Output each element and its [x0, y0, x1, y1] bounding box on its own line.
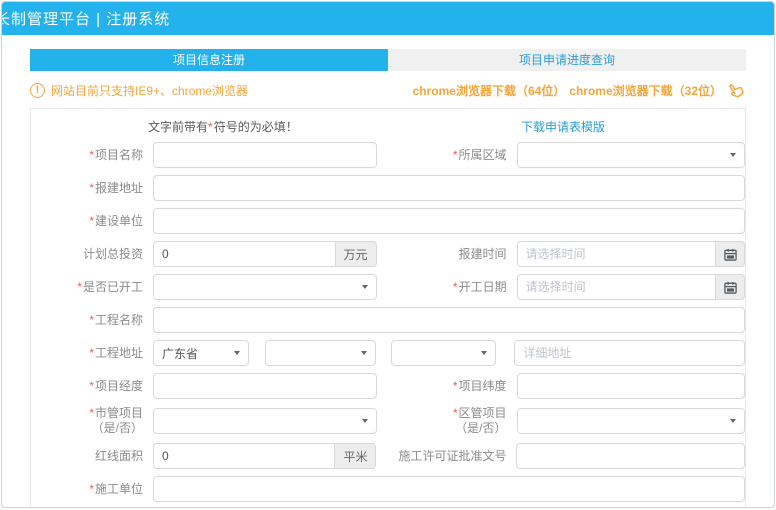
chevron-down-icon [481, 351, 487, 355]
tab-project-registration[interactable]: 项目信息注册 [30, 49, 388, 71]
builder-unit-input[interactable] [153, 476, 745, 502]
download-template-link[interactable]: 下载申请表模版 [521, 118, 605, 135]
construction-unit-input[interactable] [153, 208, 745, 234]
chevron-down-icon [730, 419, 736, 423]
app-title: 长制管理平台 | 注册系统 [2, 8, 170, 29]
download-links: chrome浏览器下载（64位） chrome浏览器下载（32位） [413, 80, 746, 100]
construction-unit-label: *建设单位 [31, 214, 153, 229]
form-row: *报建地址 [31, 175, 745, 201]
form-row: 计划总投资 万元 报建时间 [31, 241, 745, 267]
page-container: 长制管理平台 | 注册系统 项目信息注册 项目申请进度查询 ! 网站目前只支持I… [1, 1, 775, 508]
report-time-label: 报建时间 [377, 247, 517, 262]
form-row: *项目经度 *项目纬度 [31, 373, 745, 399]
form-row: *是否已开工 *开工日期 [31, 274, 745, 300]
start-date-input[interactable] [517, 274, 715, 300]
required-note: 文字前带有*符号的为必填！ [148, 118, 298, 135]
warning-icon: ! [30, 83, 45, 98]
form-row: *建设单位 [31, 208, 745, 234]
red-line-area-label: 红线面积 [31, 449, 153, 464]
planned-investment-group: 万元 [153, 241, 377, 267]
chevron-down-icon [730, 153, 736, 157]
city-managed-label: *市管项目（是/否） [31, 406, 153, 436]
build-address-input[interactable] [153, 175, 745, 201]
form-row: 红线面积 平米 施工许可证批准文号 [31, 443, 745, 469]
pointer-hand-icon [722, 76, 750, 104]
region-label: *所属区域 [377, 148, 517, 163]
permit-number-input[interactable] [516, 443, 745, 469]
chrome-download-32-link[interactable]: chrome浏览器下载（32位） [569, 82, 722, 99]
registration-form: 文字前带有*符号的为必填！ 下载申请表模版 *项目名称 *所属区域 *报建地址 … [30, 108, 746, 508]
tab-bar: 项目信息注册 项目申请进度查询 [30, 49, 746, 71]
project-name-label: *项目名称 [31, 148, 153, 163]
start-date-group [517, 274, 745, 300]
build-address-label: *报建地址 [31, 181, 153, 196]
red-line-area-input[interactable] [153, 443, 334, 469]
latitude-label: *项目纬度 [377, 379, 517, 394]
form-row: *工程名称 [31, 307, 745, 333]
form-note-row: 文字前带有*符号的为必填！ 下载申请表模版 [31, 118, 745, 135]
unit-pingmi-label: 平米 [334, 443, 376, 469]
app-header: 长制管理平台 | 注册系统 [2, 2, 774, 35]
project-name-input[interactable] [153, 142, 377, 168]
form-row: *工程地址 广东省 [31, 340, 745, 366]
chevron-down-icon [361, 351, 367, 355]
red-line-area-group: 平米 [153, 443, 376, 469]
latitude-input[interactable] [517, 373, 745, 399]
required-star: * [208, 120, 213, 134]
unit-wanyuan-label: 万元 [335, 241, 377, 267]
permit-number-label: 施工许可证批准文号 [376, 449, 516, 464]
form-row: *项目名称 *所属区域 [31, 142, 745, 168]
builder-unit-label: *施工单位 [31, 482, 153, 497]
detail-address-input[interactable] [514, 340, 745, 366]
chrome-download-64-link[interactable]: chrome浏览器下载（64位） [413, 82, 566, 99]
longitude-label: *项目经度 [31, 379, 153, 394]
report-time-calendar-button[interactable] [715, 241, 745, 267]
district-select[interactable] [391, 340, 496, 366]
city-managed-select[interactable] [153, 408, 377, 434]
district-managed-select[interactable] [517, 408, 745, 434]
chevron-down-icon [362, 419, 368, 423]
province-select[interactable]: 广东省 [153, 340, 249, 366]
browser-warning: ! 网站目前只支持IE9+、chrome浏览器 [30, 82, 248, 99]
start-date-calendar-button[interactable] [715, 274, 745, 300]
planned-investment-input[interactable] [153, 241, 335, 267]
form-row: *市管项目（是/否） *区管项目（是/否） [31, 406, 745, 436]
district-managed-label: *区管项目（是/否） [377, 406, 517, 436]
engineering-address-label: *工程地址 [31, 346, 153, 361]
form-row: *施工单位 [31, 476, 745, 502]
calendar-icon [724, 248, 737, 261]
city-select[interactable] [265, 340, 376, 366]
notice-row: ! 网站目前只支持IE9+、chrome浏览器 chrome浏览器下载（64位）… [30, 80, 746, 100]
report-time-group [517, 241, 745, 267]
chevron-down-icon [362, 285, 368, 289]
region-select[interactable] [517, 142, 745, 168]
calendar-icon [724, 281, 737, 294]
browser-warning-text: 网站目前只支持IE9+、chrome浏览器 [51, 82, 248, 99]
start-date-label: *开工日期 [377, 280, 517, 295]
chevron-down-icon [234, 351, 240, 355]
report-time-input[interactable] [517, 241, 715, 267]
planned-investment-label: 计划总投资 [31, 247, 153, 262]
is-started-select[interactable] [153, 274, 377, 300]
engineering-name-label: *工程名称 [31, 313, 153, 328]
engineering-name-input[interactable] [153, 307, 745, 333]
tab-application-progress[interactable]: 项目申请进度查询 [388, 49, 746, 71]
is-started-label: *是否已开工 [31, 280, 153, 295]
longitude-input[interactable] [153, 373, 377, 399]
